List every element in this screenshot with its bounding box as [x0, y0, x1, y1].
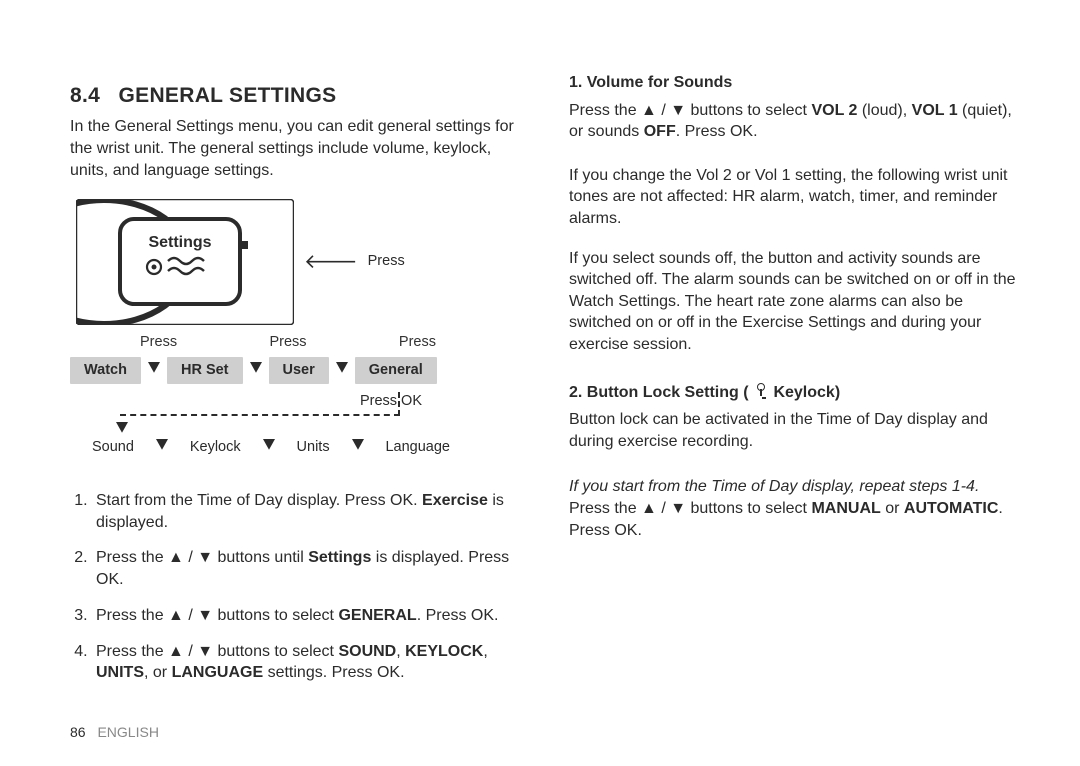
- intro-paragraph: In the General Settings menu, you can ed…: [70, 116, 525, 181]
- steps-list: Start from the Time of Day display. Pres…: [70, 490, 525, 684]
- nav-general: General: [355, 357, 437, 385]
- down-triangle-icon: [148, 361, 160, 381]
- button-lock-italic: If you start from the Time of Day displa…: [569, 476, 1024, 498]
- step-3: Press the ▲ / ▼ buttons to select GENERA…: [92, 605, 525, 627]
- step-4: Press the ▲ / ▼ buttons to select SOUND,…: [92, 641, 525, 685]
- sub-language: Language: [385, 438, 450, 458]
- settings-diagram: Settings 🡐 Press Press Press Press: [70, 199, 525, 464]
- button-lock-p1: Button lock can be activated in the Time…: [569, 409, 1024, 452]
- watch-illustration: Settings: [76, 199, 294, 325]
- nav-user: User: [269, 357, 329, 385]
- volume-p1: Press the ▲ / ▼ buttons to select VOL 2 …: [569, 100, 1024, 143]
- down-triangle-icon: [116, 420, 128, 439]
- nav-row: Watch HR Set User General: [70, 357, 525, 385]
- section-heading: 8.4 GENERAL SETTINGS: [70, 82, 525, 110]
- press-ok-label: Press OK: [360, 392, 422, 412]
- button-lock-heading: 2. Button Lock Setting ( Keylock): [569, 382, 1024, 404]
- down-triangle-icon: [336, 361, 348, 381]
- down-triangle-icon: [263, 438, 275, 458]
- left-column: 8.4 GENERAL SETTINGS In the General Sett…: [70, 72, 525, 698]
- volume-p2: If you change the Vol 2 or Vol 1 setting…: [569, 165, 1024, 230]
- nav-hr-set: HR Set: [167, 357, 243, 385]
- press-label-2: Press: [269, 333, 306, 353]
- page-footer: 86 ENGLISH: [70, 724, 159, 740]
- right-column: 1. Volume for Sounds Press the ▲ / ▼ but…: [569, 72, 1024, 698]
- press-labels-row: Press Press Press: [70, 331, 450, 353]
- page: 8.4 GENERAL SETTINGS In the General Sett…: [0, 0, 1080, 718]
- footer-language: ENGLISH: [97, 724, 158, 740]
- svg-text:Settings: Settings: [148, 234, 211, 251]
- down-triangle-icon: [156, 438, 168, 458]
- button-lock-p2: Press the ▲ / ▼ buttons to select MANUAL…: [569, 498, 1024, 541]
- page-number: 86: [70, 724, 86, 740]
- sub-units: Units: [297, 438, 330, 458]
- press-ok-row: Press OK: [70, 392, 450, 432]
- step-2: Press the ▲ / ▼ buttons until Settings i…: [92, 547, 525, 591]
- arrow-left-icon: 🡐: [304, 249, 358, 276]
- section-number: 8.4: [70, 84, 100, 107]
- nav-watch: Watch: [70, 357, 141, 385]
- volume-heading: 1. Volume for Sounds: [569, 72, 1024, 94]
- volume-p3: If you select sounds off, the button and…: [569, 248, 1024, 356]
- press-label-1: Press: [140, 333, 177, 353]
- press-label: Press: [368, 252, 405, 272]
- down-triangle-icon: [352, 438, 364, 458]
- keylock-icon: [755, 383, 767, 399]
- sub-keylock: Keylock: [190, 438, 241, 458]
- press-label-3: Press: [399, 333, 436, 353]
- down-triangle-icon: [250, 361, 262, 381]
- step-1: Start from the Time of Day display. Pres…: [92, 490, 525, 534]
- sub-sound: Sound: [92, 438, 134, 458]
- section-title-text: GENERAL SETTINGS: [119, 84, 337, 107]
